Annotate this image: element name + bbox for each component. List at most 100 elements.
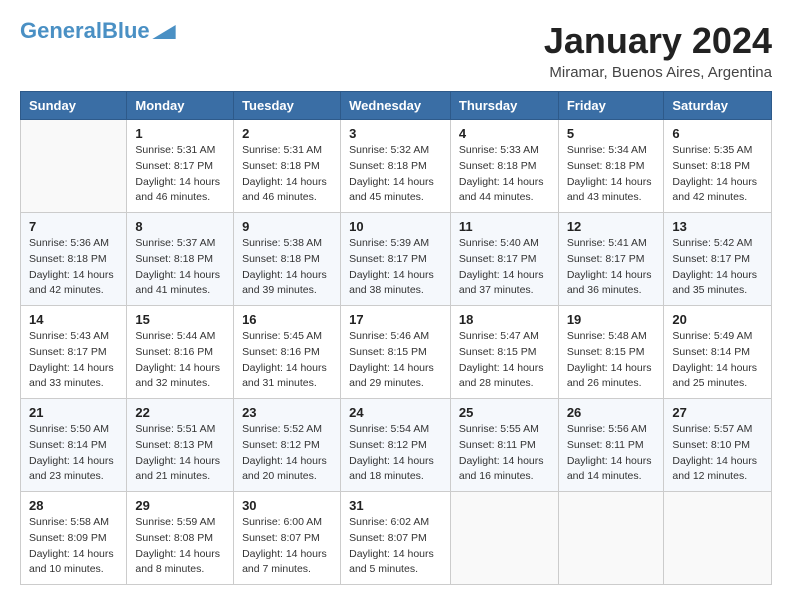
day-header-sunday: Sunday (21, 92, 127, 120)
day-info: Sunrise: 5:56 AMSunset: 8:11 PMDaylight:… (567, 422, 656, 485)
calendar-cell: 16Sunrise: 5:45 AMSunset: 8:16 PMDayligh… (234, 306, 341, 399)
day-number: 21 (29, 405, 118, 420)
calendar-cell: 9 Sunrise: 5:38 AMSunset: 8:18 PMDaylight… (234, 213, 341, 306)
calendar-cell: 27Sunrise: 5:57 AMSunset: 8:10 PMDayligh… (664, 399, 772, 492)
day-info: Sunrise: 5:51 AMSunset: 8:13 PMDaylight:… (135, 422, 225, 485)
calendar-body: 1 Sunrise: 5:31 AMSunset: 8:17 PMDaylight… (21, 120, 772, 585)
calendar-cell: 7 Sunrise: 5:36 AMSunset: 8:18 PMDaylight… (21, 213, 127, 306)
day-header-monday: Monday (127, 92, 234, 120)
day-number: 31 (349, 498, 442, 513)
calendar-title: January 2024 (544, 20, 772, 62)
day-number: 5 (567, 126, 656, 141)
day-header-friday: Friday (558, 92, 664, 120)
day-number: 20 (672, 312, 763, 327)
day-info: Sunrise: 5:43 AMSunset: 8:17 PMDaylight:… (29, 329, 118, 392)
day-info: Sunrise: 5:34 AMSunset: 8:18 PMDaylight:… (567, 143, 656, 206)
calendar-header: SundayMondayTuesdayWednesdayThursdayFrid… (21, 92, 772, 120)
day-info: Sunrise: 5:59 AMSunset: 8:08 PMDaylight:… (135, 515, 225, 578)
day-number: 22 (135, 405, 225, 420)
day-number: 1 (135, 126, 225, 141)
days-header-row: SundayMondayTuesdayWednesdayThursdayFrid… (21, 92, 772, 120)
day-number: 29 (135, 498, 225, 513)
day-number: 6 (672, 126, 763, 141)
day-number: 24 (349, 405, 442, 420)
day-number: 12 (567, 219, 656, 234)
day-number: 7 (29, 219, 118, 234)
day-info: Sunrise: 5:38 AMSunset: 8:18 PMDaylight:… (242, 236, 332, 299)
calendar-cell: 22 Sunrise: 5:51 AMSunset: 8:13 PMDayligh… (127, 399, 234, 492)
calendar-cell: 15 Sunrise: 5:44 AMSunset: 8:16 PMDayligh… (127, 306, 234, 399)
calendar-cell: 12 Sunrise: 5:41 AMSunset: 8:17 PMDayligh… (558, 213, 664, 306)
day-info: Sunrise: 5:31 AMSunset: 8:18 PMDaylight:… (242, 143, 332, 206)
day-number: 10 (349, 219, 442, 234)
calendar-cell: 21 Sunrise: 5:50 AMSunset: 8:14 PMDayligh… (21, 399, 127, 492)
day-info: Sunrise: 5:58 AMSunset: 8:09 PMDaylight:… (29, 515, 118, 578)
day-info: Sunrise: 6:02 AMSunset: 8:07 PMDaylight:… (349, 515, 442, 578)
calendar-cell: 14 Sunrise: 5:43 AMSunset: 8:17 PMDayligh… (21, 306, 127, 399)
day-number: 3 (349, 126, 442, 141)
logo: GeneralBlue (20, 20, 176, 42)
day-info: Sunrise: 5:44 AMSunset: 8:16 PMDaylight:… (135, 329, 225, 392)
day-number: 14 (29, 312, 118, 327)
calendar-cell: 11Sunrise: 5:40 AMSunset: 8:17 PMDayligh… (450, 213, 558, 306)
day-info: Sunrise: 5:31 AMSunset: 8:17 PMDaylight:… (135, 143, 225, 206)
day-number: 15 (135, 312, 225, 327)
day-info: Sunrise: 5:41 AMSunset: 8:17 PMDaylight:… (567, 236, 656, 299)
calendar-cell (21, 120, 127, 213)
day-number: 26 (567, 405, 656, 420)
header: GeneralBlue January 2024 Miramar, Buenos… (20, 20, 772, 81)
calendar-cell: 17Sunrise: 5:46 AMSunset: 8:15 PMDayligh… (341, 306, 451, 399)
calendar-cell: 8 Sunrise: 5:37 AMSunset: 8:18 PMDaylight… (127, 213, 234, 306)
day-number: 25 (459, 405, 550, 420)
day-info: Sunrise: 5:32 AMSunset: 8:18 PMDaylight:… (349, 143, 442, 206)
day-number: 9 (242, 219, 332, 234)
day-number: 30 (242, 498, 332, 513)
day-info: Sunrise: 5:39 AMSunset: 8:17 PMDaylight:… (349, 236, 442, 299)
day-info: Sunrise: 5:45 AMSunset: 8:16 PMDaylight:… (242, 329, 332, 392)
day-info: Sunrise: 5:35 AMSunset: 8:18 PMDaylight:… (672, 143, 763, 206)
day-header-saturday: Saturday (664, 92, 772, 120)
week-row-3: 14 Sunrise: 5:43 AMSunset: 8:17 PMDayligh… (21, 306, 772, 399)
calendar-subtitle: Miramar, Buenos Aires, Argentina (544, 64, 772, 81)
calendar-cell: 31 Sunrise: 6:02 AMSunset: 8:07 PMDayligh… (341, 492, 451, 585)
day-info: Sunrise: 5:48 AMSunset: 8:15 PMDaylight:… (567, 329, 656, 392)
calendar-cell (664, 492, 772, 585)
week-row-5: 28 Sunrise: 5:58 AMSunset: 8:09 PMDayligh… (21, 492, 772, 585)
day-info: Sunrise: 6:00 AMSunset: 8:07 PMDaylight:… (242, 515, 332, 578)
calendar-cell: 29 Sunrise: 5:59 AMSunset: 8:08 PMDayligh… (127, 492, 234, 585)
title-section: January 2024 Miramar, Buenos Aires, Arge… (544, 20, 772, 81)
calendar-cell: 10 Sunrise: 5:39 AMSunset: 8:17 PMDayligh… (341, 213, 451, 306)
calendar-cell: 30 Sunrise: 6:00 AMSunset: 8:07 PMDayligh… (234, 492, 341, 585)
day-header-wednesday: Wednesday (341, 92, 451, 120)
day-info: Sunrise: 5:47 AMSunset: 8:15 PMDaylight:… (459, 329, 550, 392)
day-info: Sunrise: 5:52 AMSunset: 8:12 PMDaylight:… (242, 422, 332, 485)
calendar-cell: 3 Sunrise: 5:32 AMSunset: 8:18 PMDaylight… (341, 120, 451, 213)
calendar-cell: 6 Sunrise: 5:35 AMSunset: 8:18 PMDaylight… (664, 120, 772, 213)
calendar-cell: 25Sunrise: 5:55 AMSunset: 8:11 PMDayligh… (450, 399, 558, 492)
day-info: Sunrise: 5:37 AMSunset: 8:18 PMDaylight:… (135, 236, 225, 299)
logo-text: GeneralBlue (20, 20, 150, 42)
day-info: Sunrise: 5:36 AMSunset: 8:18 PMDaylight:… (29, 236, 118, 299)
calendar-cell: 19 Sunrise: 5:48 AMSunset: 8:15 PMDayligh… (558, 306, 664, 399)
calendar-cell: 26 Sunrise: 5:56 AMSunset: 8:11 PMDayligh… (558, 399, 664, 492)
calendar-cell: 28 Sunrise: 5:58 AMSunset: 8:09 PMDayligh… (21, 492, 127, 585)
day-number: 23 (242, 405, 332, 420)
calendar-cell: 20 Sunrise: 5:49 AMSunset: 8:14 PMDayligh… (664, 306, 772, 399)
day-number: 2 (242, 126, 332, 141)
calendar-table: SundayMondayTuesdayWednesdayThursdayFrid… (20, 91, 772, 585)
day-number: 28 (29, 498, 118, 513)
day-info: Sunrise: 5:49 AMSunset: 8:14 PMDaylight:… (672, 329, 763, 392)
day-number: 11 (459, 219, 550, 234)
week-row-4: 21 Sunrise: 5:50 AMSunset: 8:14 PMDayligh… (21, 399, 772, 492)
day-number: 4 (459, 126, 550, 141)
day-number: 27 (672, 405, 763, 420)
day-info: Sunrise: 5:50 AMSunset: 8:14 PMDaylight:… (29, 422, 118, 485)
calendar-cell: 13Sunrise: 5:42 AMSunset: 8:17 PMDayligh… (664, 213, 772, 306)
calendar-cell: 1 Sunrise: 5:31 AMSunset: 8:17 PMDaylight… (127, 120, 234, 213)
calendar-cell: 4Sunrise: 5:33 AMSunset: 8:18 PMDaylight… (450, 120, 558, 213)
day-number: 19 (567, 312, 656, 327)
week-row-2: 7 Sunrise: 5:36 AMSunset: 8:18 PMDaylight… (21, 213, 772, 306)
day-number: 18 (459, 312, 550, 327)
calendar-cell (450, 492, 558, 585)
day-number: 8 (135, 219, 225, 234)
